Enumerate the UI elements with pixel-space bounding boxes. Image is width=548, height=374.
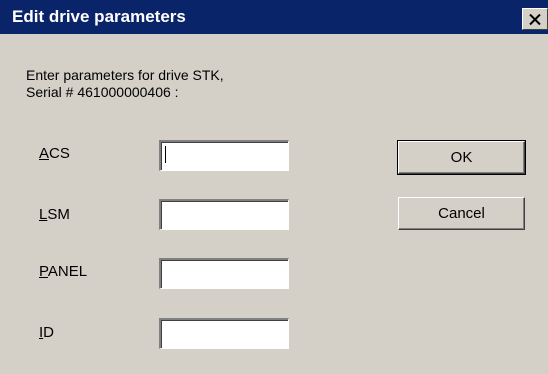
edit-drive-parameters-dialog: Edit drive parameters Enter parameters f… (0, 0, 548, 374)
dialog-title: Edit drive parameters (12, 7, 186, 26)
panel-label-mnemonic: P (39, 263, 48, 280)
close-icon (529, 13, 541, 25)
panel-label: PANEL (39, 263, 87, 281)
prompt-text: Enter parameters for drive STK, Serial #… (26, 67, 224, 101)
text-cursor (165, 146, 166, 163)
ok-button-label: OK (450, 149, 473, 166)
acs-label-rest: CS (49, 145, 70, 162)
ok-button[interactable]: OK (397, 140, 526, 175)
id-input[interactable] (159, 318, 289, 349)
close-button[interactable] (522, 8, 548, 30)
cancel-button[interactable]: Cancel (398, 197, 525, 230)
acs-label-mnemonic: A (39, 145, 50, 162)
lsm-label-rest: SM (47, 206, 70, 223)
title-bar[interactable]: Edit drive parameters (0, 0, 548, 34)
lsm-input[interactable] (159, 199, 289, 230)
lsm-label: LSM (39, 206, 70, 224)
panel-label-rest: ANEL (47, 263, 88, 280)
cancel-button-label: Cancel (438, 205, 485, 222)
id-label-rest: D (43, 324, 55, 341)
acs-label: ACS (39, 145, 70, 163)
prompt-line-2: Serial # 461000000406 : (26, 84, 179, 100)
prompt-line-1: Enter parameters for drive STK, (26, 67, 224, 83)
acs-input[interactable] (159, 140, 289, 171)
panel-input[interactable] (159, 258, 289, 289)
id-label: ID (39, 324, 54, 342)
